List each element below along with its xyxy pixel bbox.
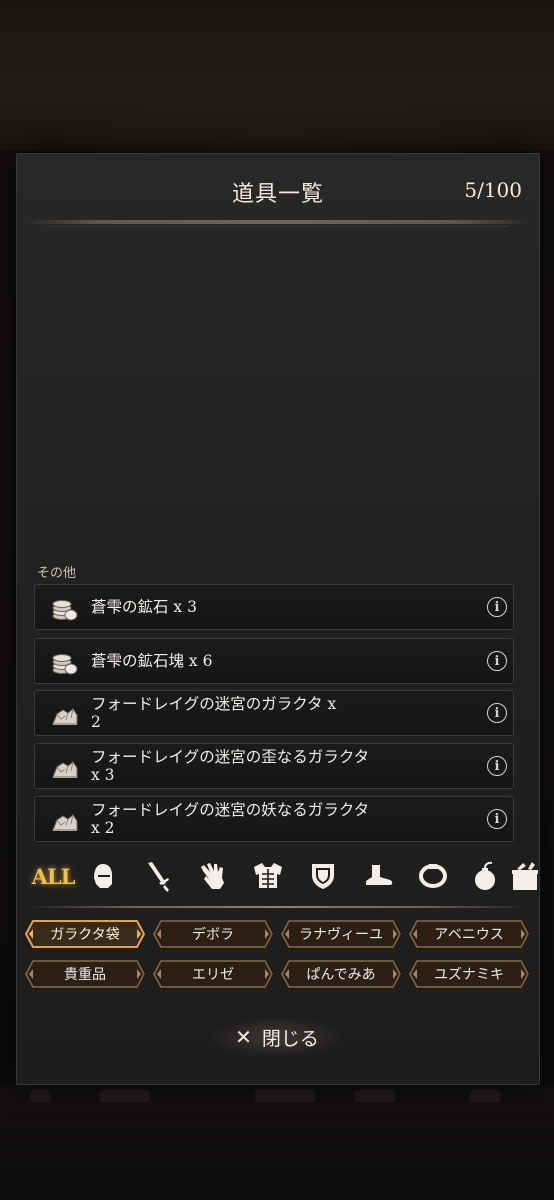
info-icon[interactable]: i <box>487 703 507 723</box>
category-consumable[interactable] <box>464 856 508 896</box>
category-head[interactable] <box>81 856 125 896</box>
background-bottom <box>0 1085 554 1200</box>
title-divider-thin <box>47 226 509 227</box>
coins-icon <box>52 654 78 675</box>
background-ghost <box>100 1090 150 1102</box>
item-list-dialog: 道具一覧 5/100 その他 蒼雫の鉱石 x 3 i 蒼雫の鉱石塊 x 6 i <box>16 153 540 1085</box>
rubble-icon <box>52 761 78 778</box>
box-icon <box>512 862 538 890</box>
tab-label: 貴重品 <box>64 967 106 983</box>
tab-abenius[interactable]: アベニウス <box>409 920 529 948</box>
item-row[interactable]: フォードレイグの迷宮のガラクタ x 2 i <box>34 690 514 736</box>
tab-label: エリゼ <box>192 967 234 983</box>
tab-label: ユズナミキ <box>434 967 504 983</box>
category-feet[interactable] <box>356 856 400 896</box>
armor-icon <box>254 863 282 888</box>
tab-pandemia[interactable]: ぱんでみあ <box>281 960 401 988</box>
background-top <box>0 0 554 150</box>
item-row[interactable]: フォードレイグの迷宮の妖なるガラクタ x 2 i <box>34 796 514 842</box>
close-button[interactable]: ✕ 閉じる <box>207 1016 347 1058</box>
category-shield[interactable] <box>301 856 345 896</box>
background-ghost <box>30 1090 50 1102</box>
item-name: フォードレイグの迷宮の妖なるガラクタ x 2 <box>91 801 370 837</box>
item-name: 蒼雫の鉱石 x 3 <box>91 598 197 616</box>
tab-label: アベニウス <box>434 927 504 943</box>
head-icon <box>94 864 112 888</box>
info-icon[interactable]: i <box>487 756 507 776</box>
background-ghost <box>355 1090 395 1102</box>
ring-icon <box>419 864 447 888</box>
tab-elise[interactable]: エリゼ <box>153 960 273 988</box>
item-row[interactable]: フォードレイグの迷宮の歪なるガラクタ x 3 i <box>34 743 514 789</box>
dialog-title: 道具一覧 <box>231 182 324 207</box>
section-label: その他 <box>37 566 77 581</box>
tab-label: ラナヴィーユ <box>299 927 383 943</box>
category-weapon[interactable] <box>136 856 180 896</box>
item-row[interactable]: 蒼雫の鉱石塊 x 6 i <box>34 638 514 684</box>
background-ghost <box>470 1090 500 1102</box>
item-name: フォードレイグの迷宮の歪なるガラクタ x 3 <box>91 748 370 784</box>
info-icon[interactable]: i <box>487 597 507 617</box>
background-ghost <box>255 1090 315 1102</box>
boot-icon <box>366 865 393 885</box>
tab-label: ガラクタ袋 <box>50 927 120 943</box>
tab-valuables[interactable]: 貴重品 <box>25 960 145 988</box>
tab-debora[interactable]: デボラ <box>153 920 273 948</box>
tab-label: デボラ <box>192 927 234 943</box>
title-divider <box>27 220 529 224</box>
glove-icon <box>201 863 224 889</box>
tab-ranavieu[interactable]: ラナヴィーユ <box>281 920 401 948</box>
close-button-label: 閉じる <box>261 1027 319 1050</box>
sword-icon <box>148 862 169 892</box>
category-all[interactable]: ALL <box>31 856 76 896</box>
item-name: 蒼雫の鉱石塊 x 6 <box>91 652 213 670</box>
info-icon[interactable]: i <box>487 809 507 829</box>
category-divider <box>27 906 529 908</box>
tab-garakuta-bag[interactable]: ガラクタ袋 <box>25 920 145 948</box>
info-icon[interactable]: i <box>487 651 507 671</box>
item-row[interactable]: 蒼雫の鉱石 x 3 i <box>34 584 514 630</box>
rubble-icon <box>52 708 78 725</box>
category-misc[interactable] <box>503 856 547 896</box>
bomb-icon <box>475 861 495 890</box>
coins-icon <box>52 600 78 621</box>
item-count: 5/100 <box>464 178 522 202</box>
item-name: フォードレイグの迷宮のガラクタ x 2 <box>91 695 337 731</box>
category-hands[interactable] <box>191 856 235 896</box>
tab-yuzunamiki[interactable]: ユズナミキ <box>409 960 529 988</box>
category-accessory[interactable] <box>411 856 455 896</box>
category-filter-bar: ALL <box>31 856 538 896</box>
shield-icon <box>312 864 334 889</box>
tab-label: ぱんでみあ <box>306 967 376 983</box>
category-body[interactable] <box>246 856 290 896</box>
rubble-icon <box>52 814 78 831</box>
close-icon: ✕ <box>235 1025 252 1049</box>
